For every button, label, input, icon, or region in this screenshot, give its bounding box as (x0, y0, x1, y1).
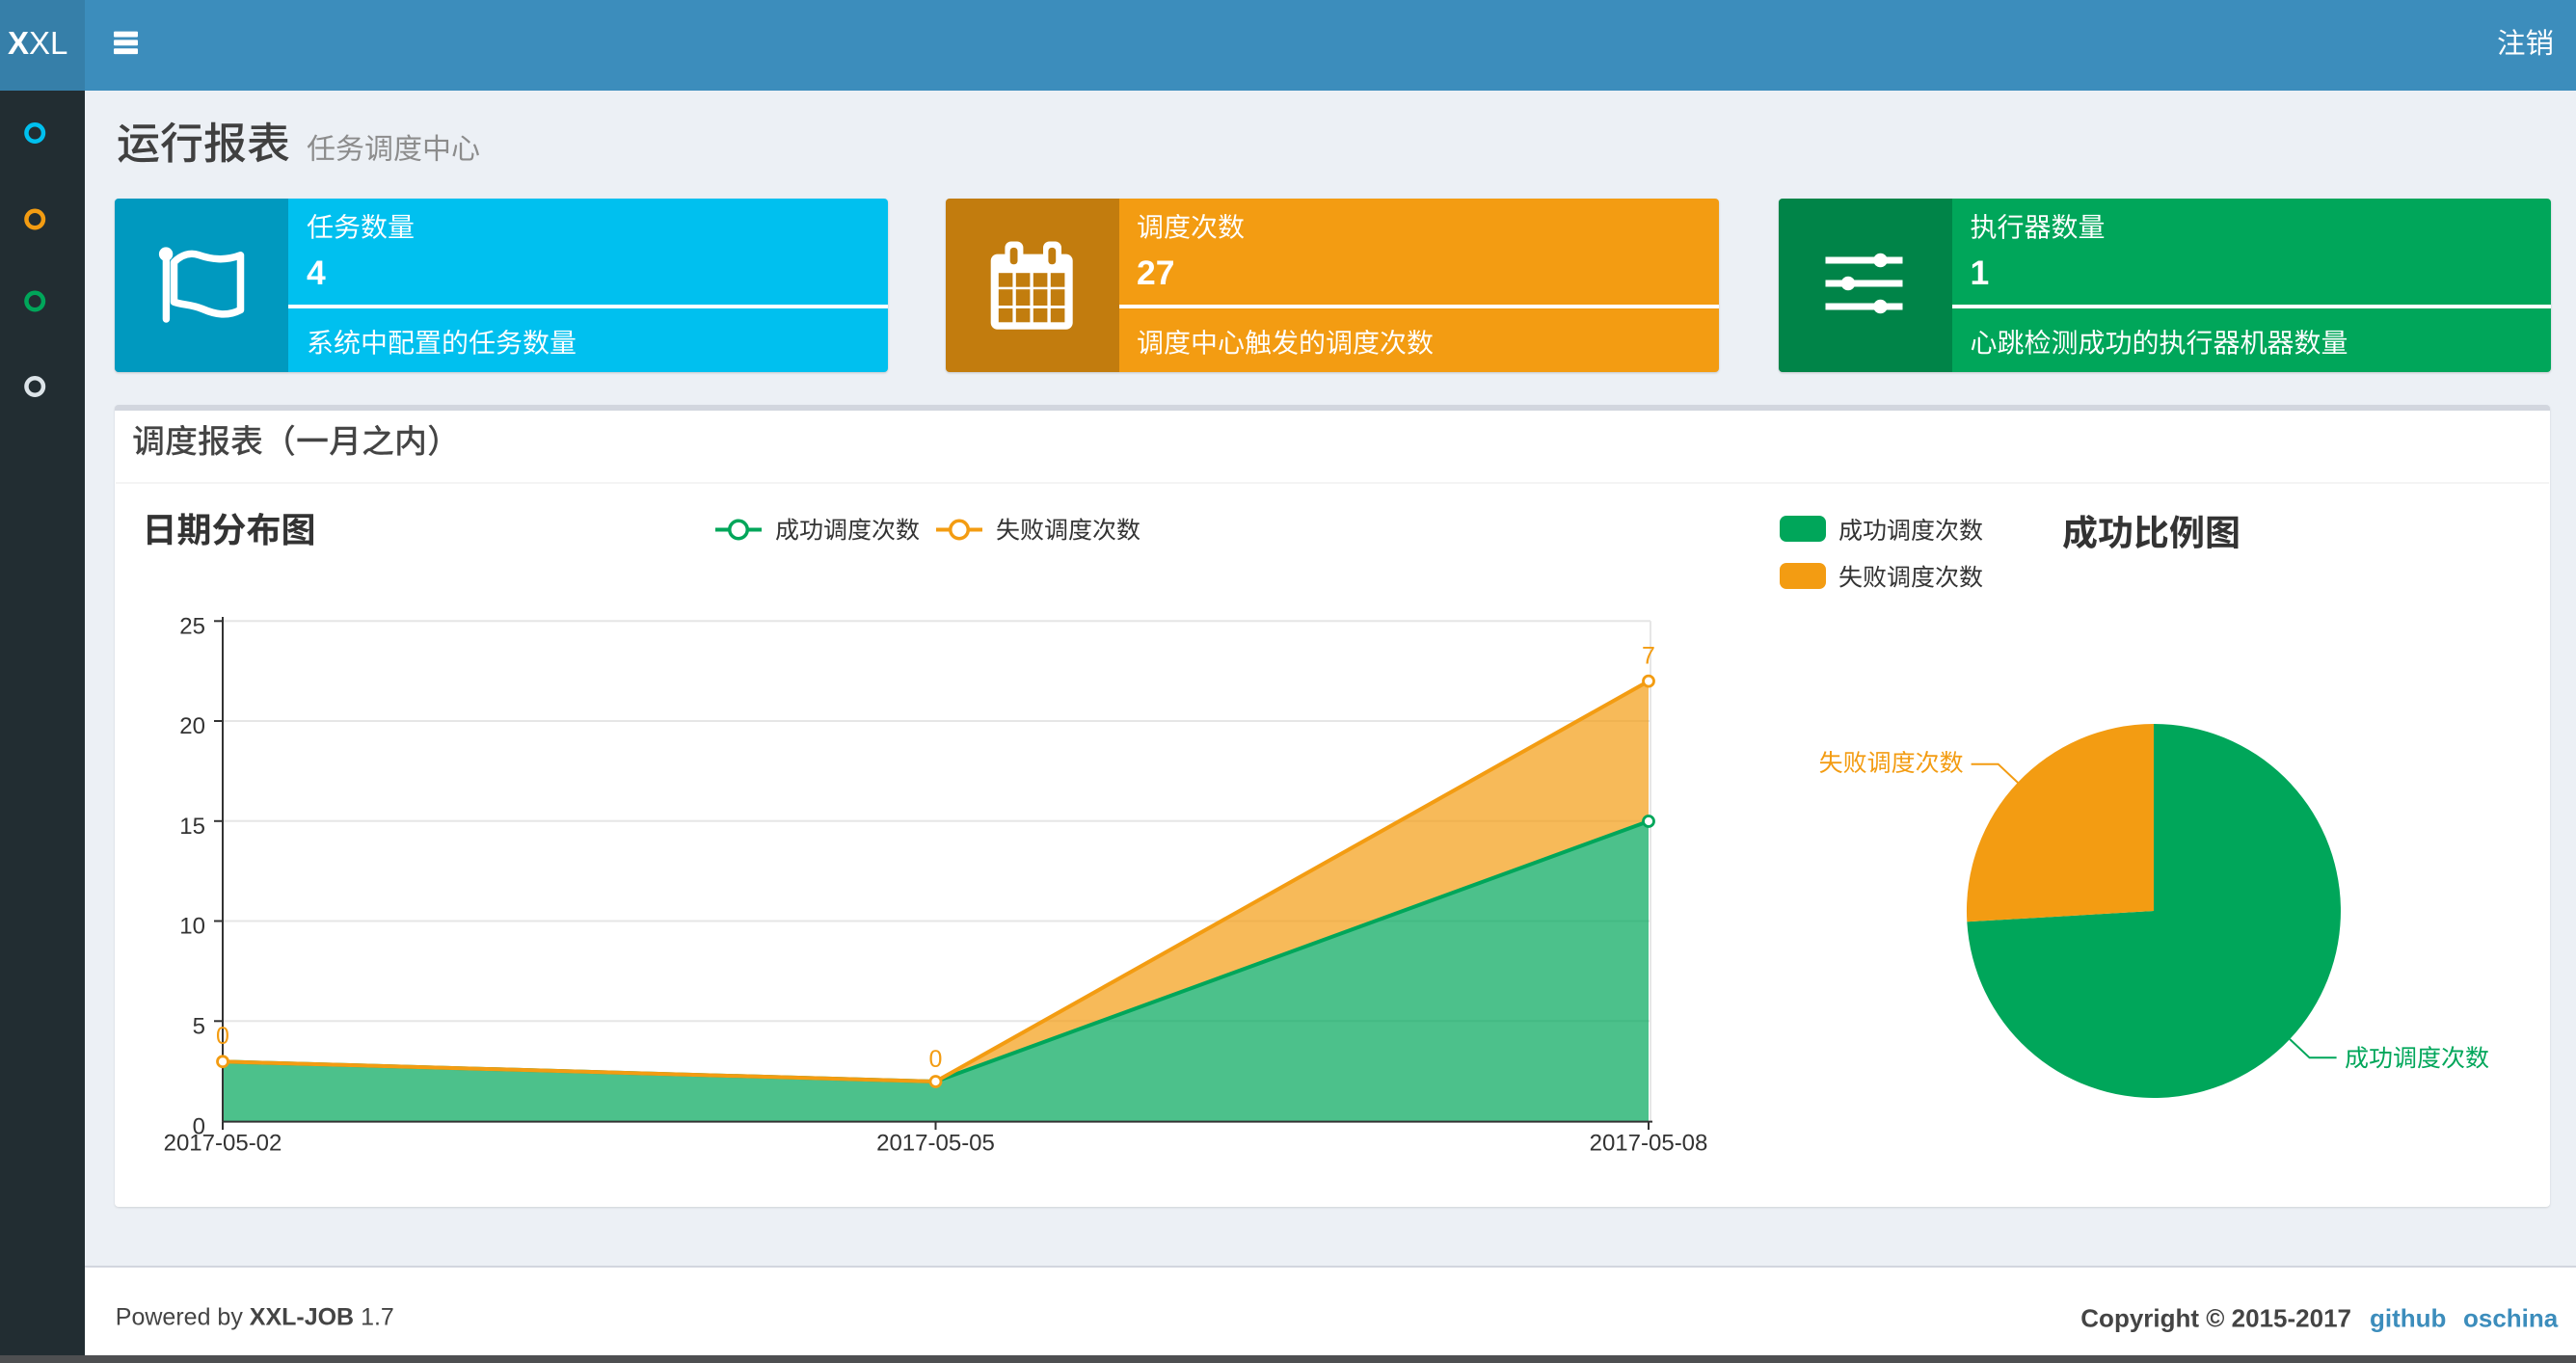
svg-text:10: 10 (179, 914, 205, 940)
svg-text:5: 5 (193, 1013, 205, 1039)
svg-text:0: 0 (929, 1046, 943, 1073)
svg-text:7: 7 (1642, 643, 1655, 670)
svg-text:0: 0 (216, 1023, 229, 1050)
svg-text:25: 25 (179, 613, 205, 639)
svg-text:2017-05-08: 2017-05-08 (1590, 1131, 1708, 1157)
svg-text:github: github (2370, 1304, 2446, 1333)
svg-text:2017-05-05: 2017-05-05 (876, 1131, 995, 1157)
svg-text:Powered by XXL-JOB 1.7: Powered by XXL-JOB 1.7 (116, 1304, 394, 1331)
svg-text:Copyright © 2015-2017: Copyright © 2015-2017 (2080, 1304, 2351, 1333)
svg-text:2017-05-02: 2017-05-02 (164, 1131, 282, 1157)
svg-text:4: 4 (307, 254, 326, 292)
svg-text:1: 1 (1971, 254, 1990, 292)
svg-text:XXL: XXL (8, 25, 67, 61)
svg-text:oschina: oschina (2463, 1304, 2559, 1333)
svg-text:27: 27 (1137, 254, 1175, 292)
svg-text:15: 15 (179, 814, 205, 840)
svg-text:20: 20 (179, 713, 205, 739)
